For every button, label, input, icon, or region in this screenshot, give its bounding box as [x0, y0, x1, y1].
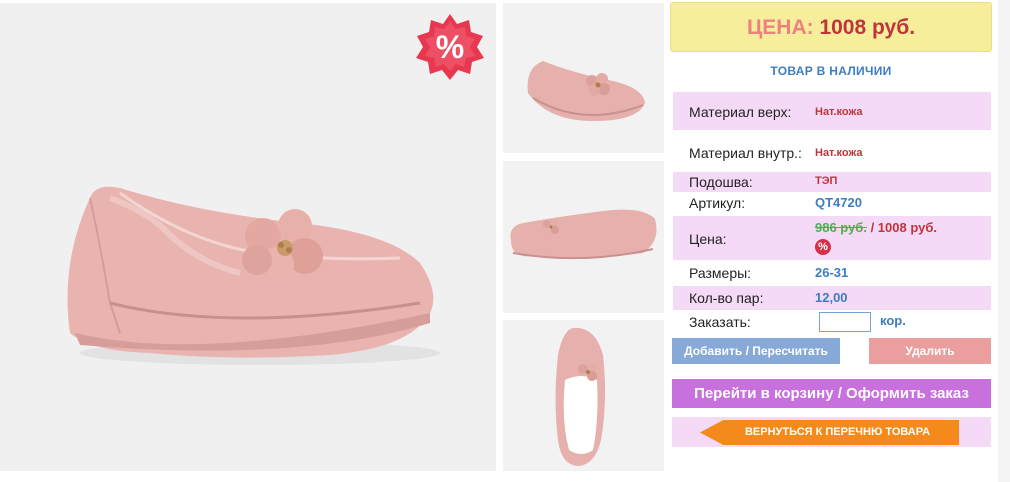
- product-info-panel: ЦЕНА: 1008 руб. ТОВАР В НАЛИЧИИ Материал…: [670, 2, 994, 480]
- new-price: 1008 руб.: [877, 220, 937, 235]
- spec-row-sole: Подошва: ТЭП: [673, 172, 991, 192]
- order-quantity-input[interactable]: [819, 312, 871, 332]
- spec-row-material-inner: Материал внутр.: Нат.кожа: [673, 136, 991, 170]
- discount-badge-icon: %: [416, 14, 484, 80]
- price-separator: /: [866, 220, 878, 235]
- stock-status: ТОВАР В НАЛИЧИИ: [770, 64, 892, 78]
- page-edge: [998, 0, 1010, 482]
- product-page: % ЦЕНА: 1008 руб. ТОВАР В НАЛИЧИИ Матери…: [0, 0, 1010, 482]
- spec-row-sizes: Размеры: 26-31: [673, 262, 991, 284]
- spec-value: Нат.кожа: [815, 147, 863, 159]
- spec-row-order: Заказать: кор.: [673, 310, 991, 334]
- spec-value: QT4720: [815, 195, 862, 210]
- spec-label: Заказать:: [689, 314, 751, 330]
- main-product-image[interactable]: %: [0, 3, 496, 471]
- back-to-list-button[interactable]: ВЕРНУТЬСЯ К ПЕРЕЧНЮ ТОВАРА: [700, 420, 959, 445]
- price-header: ЦЕНА: 1008 руб.: [670, 2, 992, 52]
- spec-label: Материал верх:: [689, 104, 792, 120]
- spec-label: Подошва:: [689, 174, 753, 190]
- svg-text:%: %: [436, 29, 464, 65]
- spec-value: Нат.кожа: [815, 106, 863, 118]
- thumbnail-2[interactable]: [503, 161, 664, 313]
- spec-label: Кол-во пар:: [689, 290, 764, 306]
- spec-row-material-top: Материал верх: Нат.кожа: [673, 92, 991, 130]
- spec-label: Материал внутр.:: [689, 145, 802, 161]
- delete-button[interactable]: Удалить: [869, 338, 991, 364]
- spec-label: Размеры:: [689, 265, 752, 281]
- old-price: 986 руб.: [815, 220, 867, 235]
- thumbnail-1[interactable]: [503, 3, 664, 153]
- spec-row-article: Артикул: QT4720: [673, 193, 991, 214]
- spec-label: Цена:: [689, 231, 727, 247]
- spec-row-price: Цена: 986 руб. / 1008 руб.%: [673, 216, 991, 260]
- spec-row-pairs: Кол-во пар: 12,00: [673, 286, 991, 310]
- price-header-label: ЦЕНА:: [746, 16, 814, 39]
- spec-value-price: 986 руб. / 1008 руб.%: [815, 219, 985, 255]
- back-button-container: ВЕРНУТЬСЯ К ПЕРЕЧНЮ ТОВАРА: [672, 417, 991, 447]
- spec-value: 12,00: [815, 290, 848, 305]
- discount-icon: %: [815, 239, 831, 255]
- spec-value: 26-31: [815, 265, 849, 280]
- add-recalculate-button[interactable]: Добавить / Пересчитать: [672, 338, 840, 364]
- spec-label: Артикул:: [689, 195, 746, 211]
- order-unit: кор.: [880, 313, 906, 328]
- thumbnail-3[interactable]: [503, 320, 664, 471]
- go-to-cart-button[interactable]: Перейти в корзину / Оформить заказ: [672, 379, 991, 408]
- price-header-value: 1008 руб.: [819, 16, 916, 39]
- spec-value: ТЭП: [815, 175, 838, 187]
